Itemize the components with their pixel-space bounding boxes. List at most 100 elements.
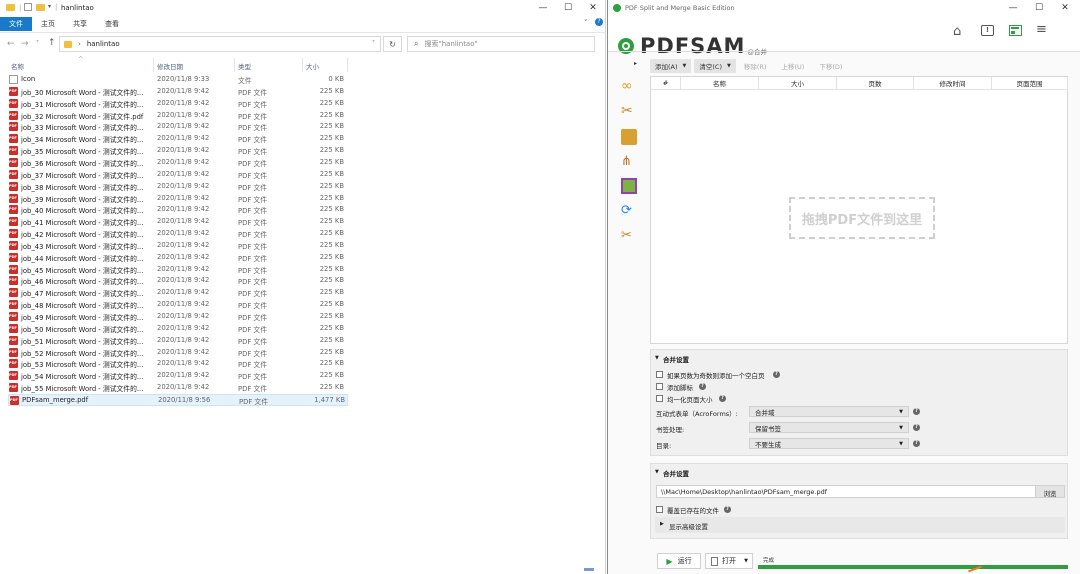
file-row[interactable]: job_55 Microsoft Word - 测试文件的... 2020/11/… xyxy=(8,382,348,394)
col-name[interactable]: 名称 xyxy=(681,77,759,90)
help-icon[interactable]: ? xyxy=(699,383,706,390)
close-button[interactable]: ✕ xyxy=(580,0,606,16)
file-row[interactable]: job_30 Microsoft Word - 测试文件的... 2020/11/… xyxy=(8,86,348,98)
file-row[interactable]: Icon 2020/11/8 9:33 文件 0 KB xyxy=(8,74,348,86)
bookmarks-select[interactable]: 保留书签 ▼ xyxy=(749,422,909,433)
address-dropdown-icon[interactable]: ˅ xyxy=(372,40,375,47)
advanced-settings-toggle[interactable]: ▶ 显示高级设置 xyxy=(655,517,1065,533)
split-bookmarks-icon[interactable]: ⋔ xyxy=(621,154,637,170)
file-row[interactable]: job_50 Microsoft Word - 测试文件的... 2020/11/… xyxy=(8,323,348,335)
feedback-icon[interactable]: ! xyxy=(981,25,994,36)
help-icon[interactable]: ? xyxy=(773,371,780,378)
minimize-button[interactable]: — xyxy=(530,0,556,16)
file-row[interactable]: job_46 Microsoft Word - 测试文件的... 2020/11/… xyxy=(8,275,348,287)
address-bar[interactable]: › hanlintao ˅ xyxy=(59,36,381,52)
rotate-icon[interactable]: ⟳ xyxy=(621,203,637,219)
chevron-down-icon[interactable]: ▼ xyxy=(744,558,748,564)
sidebar-expand-icon[interactable]: ▸ xyxy=(634,60,637,67)
file-row[interactable]: job_54 Microsoft Word - 测试文件的... 2020/11/… xyxy=(8,370,348,382)
breadcrumb[interactable]: hanlintao xyxy=(87,40,120,48)
file-row[interactable]: job_38 Microsoft Word - 测试文件的... 2020/11/… xyxy=(8,181,348,193)
back-arrow-icon[interactable]: ← xyxy=(7,39,15,49)
tab-share[interactable]: 共享 xyxy=(64,17,96,31)
split-tool-icon[interactable]: ✂ xyxy=(621,103,637,119)
maximize-button[interactable]: ☐ xyxy=(555,0,581,16)
file-row[interactable]: job_45 Microsoft Word - 测试文件的... 2020/11/… xyxy=(8,264,348,276)
merge-tool-icon[interactable]: ∞ xyxy=(621,78,637,94)
file-row[interactable]: job_42 Microsoft Word - 测试文件的... 2020/11/… xyxy=(8,228,348,240)
file-row[interactable]: job_36 Microsoft Word - 测试文件的... 2020/11/… xyxy=(8,157,348,169)
clear-button[interactable]: 清空(C) ▼ xyxy=(694,59,736,73)
help-icon[interactable]: ? xyxy=(913,440,920,447)
tab-view[interactable]: 查看 xyxy=(96,17,128,31)
column-name[interactable]: 名称 xyxy=(11,61,24,71)
file-row[interactable]: job_44 Microsoft Word - 测试文件的... 2020/11/… xyxy=(8,252,348,264)
split-size-icon[interactable]: ✂ xyxy=(621,228,637,244)
scrollbar-thumb[interactable] xyxy=(584,568,594,571)
column-type[interactable]: 类型 xyxy=(238,61,251,71)
help-icon[interactable]: ? xyxy=(724,506,731,513)
col-page-range[interactable]: 页面范围 xyxy=(992,77,1068,90)
minimize-button[interactable]: — xyxy=(1000,0,1026,16)
file-row[interactable]: job_33 Microsoft Word - 测试文件的... 2020/11/… xyxy=(8,121,348,133)
normalize-checkbox[interactable] xyxy=(656,395,663,402)
file-row[interactable]: job_48 Microsoft Word - 测试文件的... 2020/11/… xyxy=(8,299,348,311)
up-arrow-icon[interactable]: ↑ xyxy=(48,38,56,48)
file-row[interactable]: job_34 Microsoft Word - 测试文件的... 2020/11/… xyxy=(8,133,348,145)
blank-page-checkbox[interactable] xyxy=(656,371,663,378)
file-row[interactable]: job_41 Microsoft Word - 测试文件的... 2020/11/… xyxy=(8,216,348,228)
file-row[interactable]: job_49 Microsoft Word - 测试文件的... 2020/11/… xyxy=(8,311,348,323)
help-icon[interactable]: ? xyxy=(595,18,603,26)
recent-dropdown-icon[interactable]: ˅ xyxy=(36,40,39,47)
forward-arrow-icon[interactable]: → xyxy=(21,39,29,49)
collapse-icon[interactable]: ▼ xyxy=(655,469,659,475)
help-icon[interactable]: ? xyxy=(913,408,920,415)
tab-home[interactable]: 主页 xyxy=(32,17,64,31)
acroforms-select[interactable]: 合并域 ▼ xyxy=(749,406,909,417)
move-up-button[interactable]: 上移(U) xyxy=(776,59,809,73)
alternate-mix-icon[interactable] xyxy=(621,129,637,145)
col-pages[interactable]: 页数 xyxy=(837,77,914,90)
chevron-down-icon[interactable]: ▾ xyxy=(48,3,51,10)
add-button[interactable]: 添加(A) ▼ xyxy=(650,59,692,73)
col-size[interactable]: 大小 xyxy=(759,77,837,90)
close-button[interactable]: ✕ xyxy=(1052,0,1078,16)
ribbon-expand-icon[interactable]: ˅ xyxy=(584,19,588,27)
file-row[interactable]: job_47 Microsoft Word - 测试文件的... 2020/11/… xyxy=(8,287,348,299)
menu-icon[interactable]: ≡ xyxy=(1036,22,1047,37)
file-row[interactable]: job_35 Microsoft Word - 测试文件的... 2020/11/… xyxy=(8,145,348,157)
column-date[interactable]: 修改日期 xyxy=(157,61,183,71)
footer-checkbox[interactable] xyxy=(656,383,663,390)
overwrite-checkbox[interactable] xyxy=(656,506,663,513)
file-row[interactable]: PDFsam_merge.pdf 2020/11/8 9:56 PDF 文件 1,47… xyxy=(8,393,348,406)
file-row[interactable]: job_39 Microsoft Word - 测试文件的... 2020/11/… xyxy=(8,193,348,205)
open-button[interactable]: 打开 ▼ xyxy=(705,553,753,569)
col-index[interactable]: # xyxy=(651,77,681,90)
drop-zone[interactable]: 拖拽PDF文件到这里 xyxy=(789,197,935,239)
file-row[interactable]: job_52 Microsoft Word - 测试文件的... 2020/11/… xyxy=(8,347,348,359)
collapse-icon[interactable]: ▼ xyxy=(655,355,659,361)
help-icon[interactable]: ? xyxy=(719,395,726,402)
tab-file[interactable]: 文件 xyxy=(0,17,32,31)
toc-select[interactable]: 不要生成 ▼ xyxy=(749,438,909,449)
file-selection-table[interactable]: # 名称 大小 页数 修改时间 页面范围 拖拽PDF文件到这里 xyxy=(650,76,1068,344)
maximize-button[interactable]: ☐ xyxy=(1026,0,1052,16)
col-modified[interactable]: 修改时间 xyxy=(914,77,992,90)
help-icon[interactable]: ? xyxy=(913,424,920,431)
column-size[interactable]: 大小 xyxy=(306,61,319,71)
home-icon[interactable]: ⌂ xyxy=(953,24,961,39)
move-down-button[interactable]: 下移(D) xyxy=(814,59,847,73)
file-row[interactable]: job_51 Microsoft Word - 测试文件的... 2020/11/… xyxy=(8,335,348,347)
file-row[interactable]: job_32 Microsoft Word - 测试文件.pdf 2020/11/… xyxy=(8,110,348,122)
browse-button[interactable]: 浏览 xyxy=(1035,485,1065,498)
extract-icon[interactable] xyxy=(621,178,637,194)
file-row[interactable]: job_31 Microsoft Word - 测试文件的... 2020/11/… xyxy=(8,98,348,110)
file-row[interactable]: job_37 Microsoft Word - 测试文件的... 2020/11/… xyxy=(8,169,348,181)
new-folder-icon[interactable] xyxy=(36,4,45,11)
file-row[interactable]: job_43 Microsoft Word - 测试文件的... 2020/11/… xyxy=(8,240,348,252)
dashboard-icon[interactable] xyxy=(1009,25,1022,36)
remove-button[interactable]: 移除(R) xyxy=(739,59,772,73)
file-row[interactable]: job_53 Microsoft Word - 测试文件的... 2020/11/… xyxy=(8,358,348,370)
file-row[interactable]: job_40 Microsoft Word - 测试文件的... 2020/11/… xyxy=(8,204,348,216)
refresh-button[interactable]: ↻ xyxy=(383,36,402,52)
